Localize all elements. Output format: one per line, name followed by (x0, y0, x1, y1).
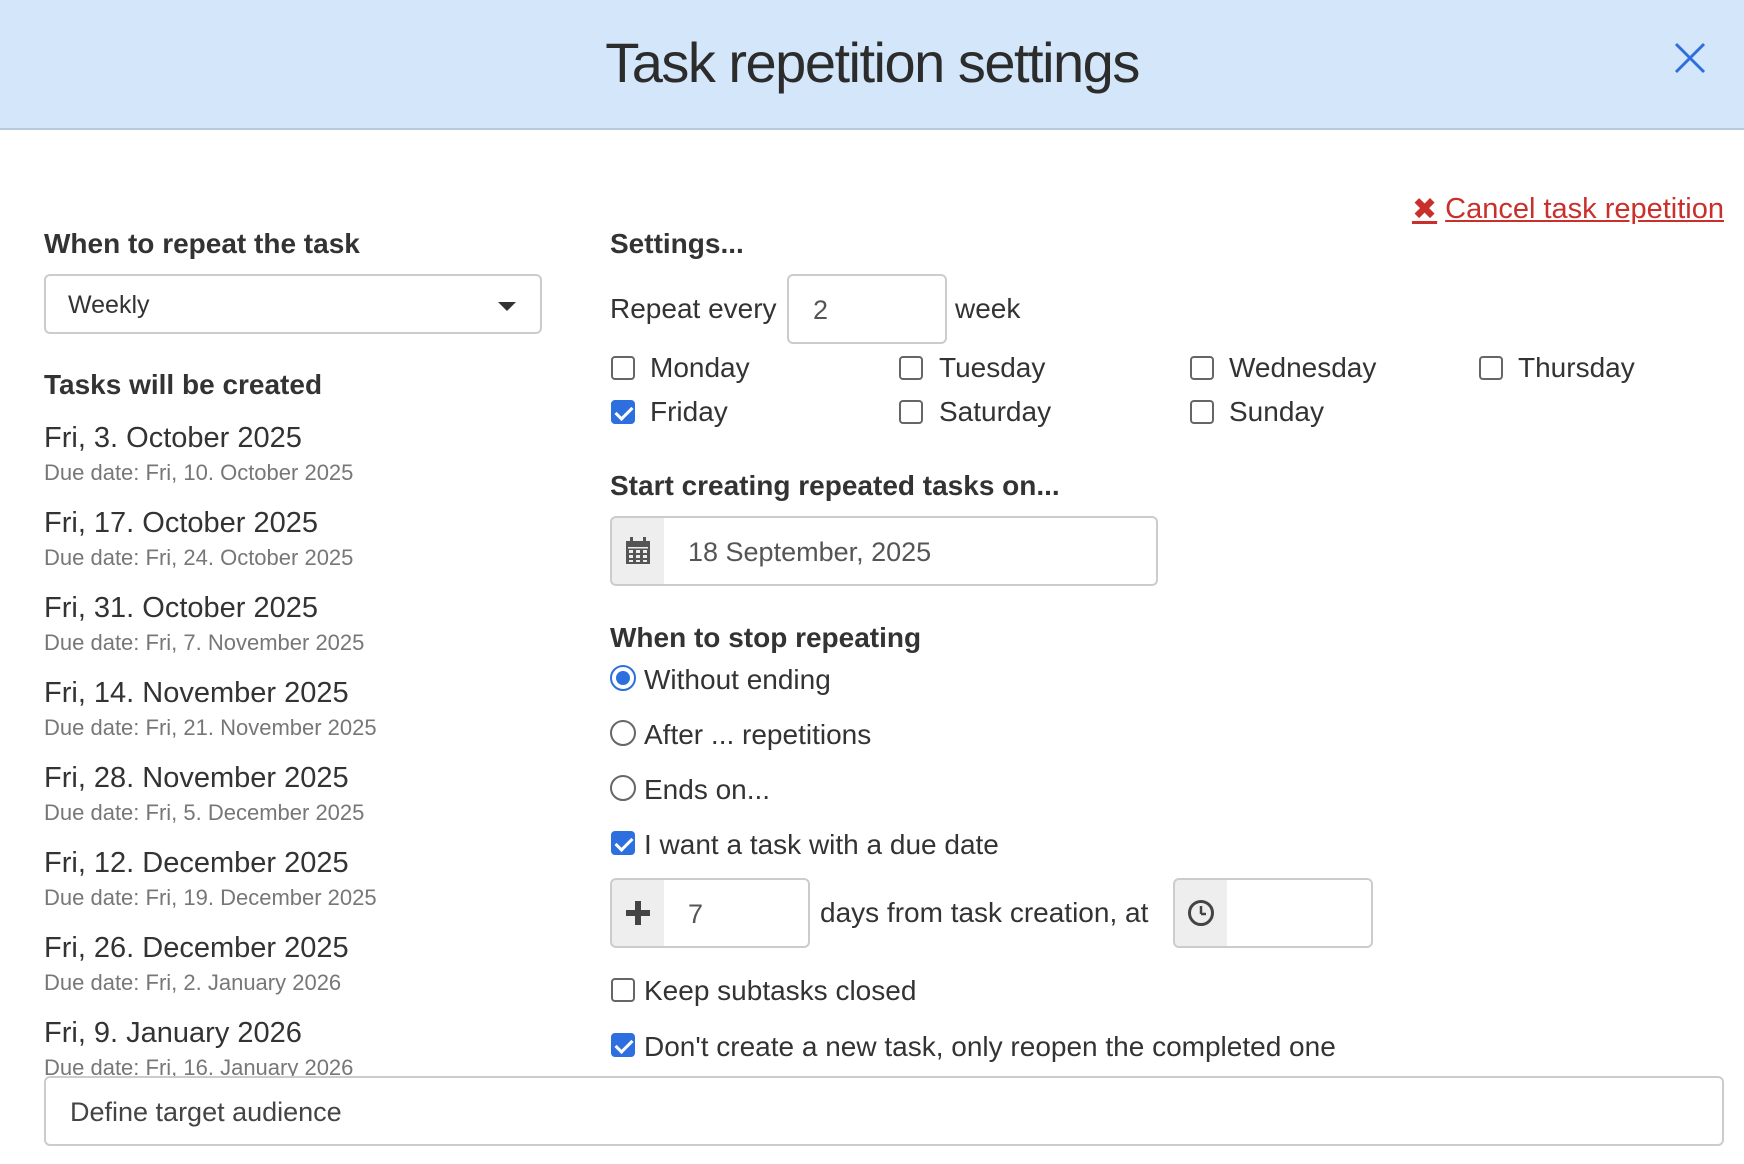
frequency-select[interactable]: Weekly (44, 274, 542, 334)
plus-icon (626, 901, 650, 925)
start-date-input[interactable]: 18 September, 2025 (664, 516, 1158, 586)
task-date: Fri, 28. November 2025 (44, 762, 349, 794)
task-title-value: Define target audience (70, 1097, 342, 1127)
clock-icon (1188, 900, 1214, 926)
repeat-unit-label: week (955, 293, 1021, 324)
monday-checkbox[interactable] (611, 356, 635, 380)
task-due-date: Due date: Fri, 2. January 2026 (44, 970, 342, 995)
list-item: Fri, 14. November 2025 Due date: Fri, 21… (44, 673, 544, 758)
due-days-input[interactable]: 7 (664, 878, 810, 948)
cancel-repetition-label[interactable]: Cancel task repetition (1445, 193, 1724, 226)
after-repetitions-radio[interactable] (610, 720, 636, 746)
due-time-input[interactable] (1227, 878, 1373, 948)
plus-addon[interactable] (610, 878, 666, 948)
task-due-date: Due date: Fri, 21. November 2025 (44, 715, 377, 740)
calendar-addon[interactable] (610, 516, 666, 586)
close-icon[interactable] (1670, 38, 1710, 78)
without-ending-label[interactable]: Without ending (644, 664, 831, 696)
task-date: Fri, 12. December 2025 (44, 847, 349, 879)
ends-on-radio[interactable] (610, 775, 636, 801)
task-date: Fri, 14. November 2025 (44, 677, 349, 709)
task-title-input[interactable]: Define target audience (44, 1076, 1724, 1146)
task-due-date: Due date: Fri, 24. October 2025 (44, 545, 354, 570)
created-tasks-list: Fri, 3. October 2025 Due date: Fri, 10. … (44, 418, 544, 1078)
wednesday-checkbox[interactable] (1190, 356, 1214, 380)
cancel-repetition-link[interactable]: ✖ Cancel task repetition (1412, 192, 1724, 227)
without-ending-radio[interactable] (610, 665, 636, 691)
wednesday-label[interactable]: Wednesday (1229, 352, 1376, 384)
task-date: Fri, 3. October 2025 (44, 422, 302, 454)
settings-title: Settings... (610, 228, 744, 259)
task-date: Fri, 31. October 2025 (44, 592, 319, 624)
friday-checkbox[interactable] (611, 400, 635, 424)
calendar-icon (626, 537, 650, 564)
task-due-date: Due date: Fri, 7. November 2025 (44, 630, 365, 655)
start-date-value: 18 September, 2025 (688, 537, 932, 567)
reopen-task-label[interactable]: Don't create a new task, only reopen the… (644, 1031, 1336, 1063)
repeat-interval-input[interactable]: 2 (787, 274, 947, 344)
after-repetitions-label[interactable]: After ... repetitions (644, 719, 871, 751)
monday-label[interactable]: Monday (650, 352, 750, 384)
x-icon: ✖ (1411, 193, 1438, 226)
repeat-interval-value: 2 (813, 295, 829, 325)
tuesday-label[interactable]: Tuesday (939, 352, 1045, 384)
list-item: Fri, 3. October 2025 Due date: Fri, 10. … (44, 418, 544, 503)
due-days-label: days from task creation, at (820, 897, 1149, 928)
list-item: Fri, 12. December 2025 Due date: Fri, 19… (44, 843, 544, 928)
saturday-checkbox[interactable] (899, 400, 923, 424)
sunday-checkbox[interactable] (1190, 400, 1214, 424)
sunday-label[interactable]: Sunday (1229, 396, 1324, 428)
modal-title: Task repetition settings (605, 31, 1140, 94)
keep-subtasks-closed-checkbox[interactable] (611, 978, 635, 1002)
saturday-label[interactable]: Saturday (939, 396, 1051, 428)
due-date-checkbox[interactable] (611, 831, 635, 855)
frequency-select-value: Weekly (68, 291, 150, 319)
task-date: Fri, 17. October 2025 (44, 507, 319, 539)
close-button[interactable] (1670, 38, 1710, 78)
list-item: Fri, 17. October 2025 Due date: Fri, 24.… (44, 503, 544, 588)
tasks-created-title: Tasks will be created (44, 369, 323, 400)
friday-label[interactable]: Friday (650, 396, 728, 428)
list-item: Fri, 31. October 2025 Due date: Fri, 7. … (44, 588, 544, 673)
task-due-date: Due date: Fri, 16. January 2026 (44, 1055, 354, 1078)
clock-addon[interactable] (1173, 878, 1229, 948)
task-due-date: Due date: Fri, 10. October 2025 (44, 460, 354, 485)
list-item: Fri, 9. January 2026 Due date: Fri, 16. … (44, 1013, 544, 1078)
thursday-label[interactable]: Thursday (1518, 352, 1635, 384)
stop-repeating-title: When to stop repeating (610, 622, 922, 653)
due-date-label[interactable]: I want a task with a due date (644, 829, 999, 861)
repeat-every-label: Repeat every (610, 293, 777, 324)
tuesday-checkbox[interactable] (899, 356, 923, 380)
reopen-task-checkbox[interactable] (611, 1033, 635, 1057)
task-due-date: Due date: Fri, 5. December 2025 (44, 800, 365, 825)
task-date: Fri, 26. December 2025 (44, 932, 349, 964)
task-date: Fri, 9. January 2026 (44, 1017, 302, 1049)
ends-on-label[interactable]: Ends on... (644, 774, 770, 806)
start-creating-title: Start creating repeated tasks on... (610, 470, 1060, 501)
list-item: Fri, 28. November 2025 Due date: Fri, 5.… (44, 758, 544, 843)
due-days-value: 7 (688, 899, 704, 929)
thursday-checkbox[interactable] (1479, 356, 1503, 380)
modal-header: Task repetition settings (0, 0, 1744, 130)
chevron-down-icon (498, 302, 516, 311)
when-to-repeat-title: When to repeat the task (44, 228, 360, 259)
task-due-date: Due date: Fri, 19. December 2025 (44, 885, 377, 910)
list-item: Fri, 26. December 2025 Due date: Fri, 2.… (44, 928, 544, 1013)
keep-subtasks-closed-label[interactable]: Keep subtasks closed (644, 975, 916, 1007)
